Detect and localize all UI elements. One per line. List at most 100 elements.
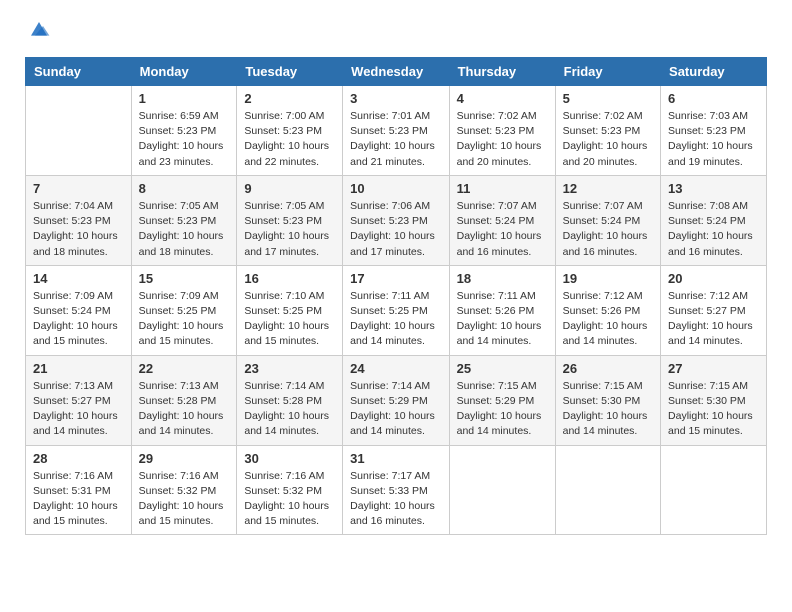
day-cell <box>26 86 132 176</box>
week-row-2: 14 Sunrise: 7:09 AMSunset: 5:24 PMDayligh… <box>26 265 767 355</box>
day-cell: 10 Sunrise: 7:06 AMSunset: 5:23 PMDayligh… <box>343 175 449 265</box>
day-number: 4 <box>457 91 548 106</box>
day-info: Sunrise: 7:02 AMSunset: 5:23 PMDaylight:… <box>457 109 548 170</box>
day-cell: 27Sunrise: 7:15 AMSunset: 5:30 PMDayligh… <box>661 355 767 445</box>
header-tuesday: Tuesday <box>237 58 343 86</box>
header <box>25 20 767 47</box>
day-number: 9 <box>244 181 335 196</box>
day-info: Sunrise: 7:02 AMSunset: 5:23 PMDaylight:… <box>563 109 653 170</box>
day-number: 2 <box>244 91 335 106</box>
day-info: Sunrise: 7:07 AMSunset: 5:24 PMDaylight:… <box>457 199 548 260</box>
day-number: 30 <box>244 451 335 466</box>
day-number: 13 <box>668 181 759 196</box>
day-number: 12 <box>563 181 653 196</box>
day-info: Sunrise: 7:05 AMSunset: 5:23 PMDaylight:… <box>139 199 230 260</box>
day-number: 15 <box>139 271 230 286</box>
day-cell: 22Sunrise: 7:13 AMSunset: 5:28 PMDayligh… <box>131 355 237 445</box>
day-number: 31 <box>350 451 441 466</box>
day-info: Sunrise: 7:16 AMSunset: 5:32 PMDaylight:… <box>139 469 230 530</box>
day-number: 10 <box>350 181 441 196</box>
day-cell: 5 Sunrise: 7:02 AMSunset: 5:23 PMDaylight… <box>555 86 660 176</box>
day-number: 28 <box>33 451 124 466</box>
calendar: SundayMondayTuesdayWednesdayThursdayFrid… <box>25 57 767 535</box>
day-cell: 15Sunrise: 7:09 AMSunset: 5:25 PMDayligh… <box>131 265 237 355</box>
day-info: Sunrise: 7:12 AMSunset: 5:27 PMDaylight:… <box>668 289 759 350</box>
day-info: Sunrise: 7:00 AMSunset: 5:23 PMDaylight:… <box>244 109 335 170</box>
day-cell: 17 Sunrise: 7:11 AMSunset: 5:25 PMDayligh… <box>343 265 449 355</box>
day-number: 1 <box>139 91 230 106</box>
day-cell: 6Sunrise: 7:03 AMSunset: 5:23 PMDaylight… <box>661 86 767 176</box>
day-number: 14 <box>33 271 124 286</box>
day-number: 8 <box>139 181 230 196</box>
day-info: Sunrise: 7:07 AMSunset: 5:24 PMDaylight:… <box>563 199 653 260</box>
day-cell: 30 Sunrise: 7:16 AMSunset: 5:32 PMDayligh… <box>237 445 343 535</box>
week-row-0: 1 Sunrise: 6:59 AMSunset: 5:23 PMDaylight… <box>26 86 767 176</box>
header-thursday: Thursday <box>449 58 555 86</box>
day-cell: 12 Sunrise: 7:07 AMSunset: 5:24 PMDayligh… <box>555 175 660 265</box>
header-monday: Monday <box>131 58 237 86</box>
day-info: Sunrise: 7:16 AMSunset: 5:31 PMDaylight:… <box>33 469 124 530</box>
week-row-4: 28 Sunrise: 7:16 AMSunset: 5:31 PMDayligh… <box>26 445 767 535</box>
day-cell: 1 Sunrise: 6:59 AMSunset: 5:23 PMDaylight… <box>131 86 237 176</box>
day-info: Sunrise: 7:05 AMSunset: 5:23 PMDaylight:… <box>244 199 335 260</box>
day-info: Sunrise: 7:06 AMSunset: 5:23 PMDaylight:… <box>350 199 441 260</box>
header-saturday: Saturday <box>661 58 767 86</box>
day-number: 17 <box>350 271 441 286</box>
day-number: 29 <box>139 451 230 466</box>
week-row-1: 7 Sunrise: 7:04 AMSunset: 5:23 PMDaylight… <box>26 175 767 265</box>
logo <box>25 25 51 47</box>
day-info: Sunrise: 7:11 AMSunset: 5:26 PMDaylight:… <box>457 289 548 350</box>
day-info: Sunrise: 7:15 AMSunset: 5:30 PMDaylight:… <box>668 379 759 440</box>
day-cell <box>661 445 767 535</box>
day-number: 21 <box>33 361 124 376</box>
day-info: Sunrise: 7:14 AMSunset: 5:29 PMDaylight:… <box>350 379 441 440</box>
day-cell: 11 Sunrise: 7:07 AMSunset: 5:24 PMDayligh… <box>449 175 555 265</box>
day-info: Sunrise: 7:08 AMSunset: 5:24 PMDaylight:… <box>668 199 759 260</box>
day-info: Sunrise: 7:11 AMSunset: 5:25 PMDaylight:… <box>350 289 441 350</box>
day-cell: 21 Sunrise: 7:13 AMSunset: 5:27 PMDayligh… <box>26 355 132 445</box>
day-cell: 29 Sunrise: 7:16 AMSunset: 5:32 PMDayligh… <box>131 445 237 535</box>
day-number: 7 <box>33 181 124 196</box>
day-number: 19 <box>563 271 653 286</box>
day-number: 20 <box>668 271 759 286</box>
day-cell: 16Sunrise: 7:10 AMSunset: 5:25 PMDayligh… <box>237 265 343 355</box>
day-cell: 14 Sunrise: 7:09 AMSunset: 5:24 PMDayligh… <box>26 265 132 355</box>
day-number: 25 <box>457 361 548 376</box>
calendar-header-row: SundayMondayTuesdayWednesdayThursdayFrid… <box>26 58 767 86</box>
day-cell: 31 Sunrise: 7:17 AMSunset: 5:33 PMDayligh… <box>343 445 449 535</box>
day-info: Sunrise: 7:17 AMSunset: 5:33 PMDaylight:… <box>350 469 441 530</box>
day-number: 11 <box>457 181 548 196</box>
logo-icon <box>27 18 51 42</box>
day-number: 22 <box>139 361 230 376</box>
day-cell: 2 Sunrise: 7:00 AMSunset: 5:23 PMDaylight… <box>237 86 343 176</box>
day-number: 26 <box>563 361 653 376</box>
day-info: Sunrise: 7:13 AMSunset: 5:27 PMDaylight:… <box>33 379 124 440</box>
header-sunday: Sunday <box>26 58 132 86</box>
day-info: Sunrise: 7:15 AMSunset: 5:30 PMDaylight:… <box>563 379 653 440</box>
day-info: Sunrise: 7:09 AMSunset: 5:24 PMDaylight:… <box>33 289 124 350</box>
day-number: 24 <box>350 361 441 376</box>
day-number: 5 <box>563 91 653 106</box>
day-cell <box>449 445 555 535</box>
day-cell: 8 Sunrise: 7:05 AMSunset: 5:23 PMDaylight… <box>131 175 237 265</box>
day-cell: 13 Sunrise: 7:08 AMSunset: 5:24 PMDayligh… <box>661 175 767 265</box>
day-cell: 28 Sunrise: 7:16 AMSunset: 5:31 PMDayligh… <box>26 445 132 535</box>
header-friday: Friday <box>555 58 660 86</box>
day-cell: 3Sunrise: 7:01 AMSunset: 5:23 PMDaylight… <box>343 86 449 176</box>
day-info: Sunrise: 7:03 AMSunset: 5:23 PMDaylight:… <box>668 109 759 170</box>
day-cell <box>555 445 660 535</box>
day-number: 16 <box>244 271 335 286</box>
day-info: Sunrise: 7:12 AMSunset: 5:26 PMDaylight:… <box>563 289 653 350</box>
day-cell: 18 Sunrise: 7:11 AMSunset: 5:26 PMDayligh… <box>449 265 555 355</box>
day-cell: 4 Sunrise: 7:02 AMSunset: 5:23 PMDaylight… <box>449 86 555 176</box>
day-cell: 7 Sunrise: 7:04 AMSunset: 5:23 PMDaylight… <box>26 175 132 265</box>
day-info: Sunrise: 7:04 AMSunset: 5:23 PMDaylight:… <box>33 199 124 260</box>
day-number: 23 <box>244 361 335 376</box>
day-info: Sunrise: 6:59 AMSunset: 5:23 PMDaylight:… <box>139 109 230 170</box>
day-number: 18 <box>457 271 548 286</box>
day-info: Sunrise: 7:15 AMSunset: 5:29 PMDaylight:… <box>457 379 548 440</box>
day-info: Sunrise: 7:16 AMSunset: 5:32 PMDaylight:… <box>244 469 335 530</box>
day-cell: 9 Sunrise: 7:05 AMSunset: 5:23 PMDaylight… <box>237 175 343 265</box>
header-wednesday: Wednesday <box>343 58 449 86</box>
day-cell: 19 Sunrise: 7:12 AMSunset: 5:26 PMDayligh… <box>555 265 660 355</box>
